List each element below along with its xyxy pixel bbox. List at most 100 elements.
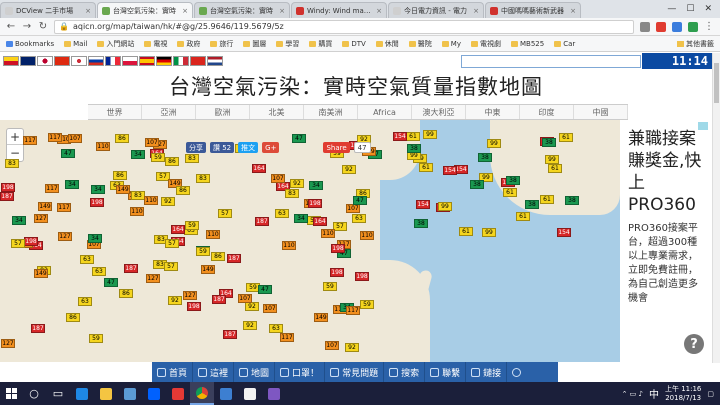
- aqi-marker[interactable]: 92: [243, 321, 257, 330]
- aqi-marker[interactable]: 57: [165, 239, 179, 248]
- aqi-marker[interactable]: 61: [503, 188, 517, 197]
- aqi-marker[interactable]: 117: [45, 184, 59, 193]
- bookmark-item[interactable]: MB525: [510, 40, 544, 48]
- aqi-marker[interactable]: 154: [557, 228, 571, 237]
- aqi-marker[interactable]: 34: [65, 180, 79, 189]
- close-window-icon[interactable]: ✕: [704, 4, 712, 14]
- scrollbar-thumb[interactable]: [714, 63, 719, 103]
- aqi-marker[interactable]: 149: [116, 185, 130, 194]
- aqi-marker[interactable]: 198: [24, 237, 38, 246]
- aqi-marker[interactable]: 107: [238, 294, 252, 303]
- aqi-marker[interactable]: 38: [542, 138, 556, 147]
- tab-region[interactable]: 歐洲: [196, 105, 250, 119]
- url-input[interactable]: 🔒 aqicn.org/map/taiwan/hk/#@g/25.9646/11…: [54, 19, 634, 34]
- aqi-marker[interactable]: 57: [164, 262, 178, 271]
- nav-faq[interactable]: 常見問題: [325, 362, 385, 382]
- aqi-marker[interactable]: 83: [185, 154, 199, 163]
- extension-icon[interactable]: [640, 21, 650, 32]
- aqi-marker[interactable]: 110: [321, 229, 335, 238]
- aqi-marker[interactable]: 154: [393, 132, 407, 141]
- start-button[interactable]: [0, 382, 22, 405]
- aqi-marker[interactable]: 107: [68, 134, 82, 143]
- aqi-marker[interactable]: 117: [48, 133, 62, 142]
- aqi-marker[interactable]: 154: [443, 166, 457, 175]
- flag-icon[interactable]: [54, 56, 70, 66]
- close-tab-icon[interactable]: ×: [279, 7, 285, 15]
- aqi-marker[interactable]: 59: [323, 282, 337, 291]
- aqi-marker[interactable]: 107: [325, 341, 339, 350]
- aqi-marker[interactable]: 127: [34, 214, 48, 223]
- aqi-marker[interactable]: 127: [1, 339, 15, 348]
- menu-icon[interactable]: ⋮: [704, 21, 714, 32]
- flag-icon[interactable]: [20, 56, 36, 66]
- aqi-marker[interactable]: 34: [12, 216, 26, 225]
- aqi-marker[interactable]: 110: [206, 230, 220, 239]
- aqi-marker[interactable]: 149: [201, 265, 215, 274]
- aqi-marker[interactable]: 86: [119, 289, 133, 298]
- app-taskbar-icon[interactable]: [166, 382, 190, 405]
- flag-icon[interactable]: [3, 56, 19, 66]
- flag-icon[interactable]: [71, 56, 87, 66]
- aqi-marker[interactable]: 110: [144, 196, 158, 205]
- flag-icon[interactable]: [37, 56, 53, 66]
- aqi-marker[interactable]: 47: [61, 149, 75, 158]
- aqi-marker[interactable]: 117: [23, 136, 37, 145]
- zoom-in-button[interactable]: +: [7, 129, 23, 145]
- bookmark-item[interactable]: Car: [554, 40, 575, 48]
- aqi-marker[interactable]: 187: [124, 264, 138, 273]
- tab-region[interactable]: 中國: [574, 105, 628, 119]
- aqi-marker[interactable]: 57: [333, 222, 347, 231]
- aqi-marker[interactable]: 63: [352, 214, 366, 223]
- extension-icon[interactable]: [672, 21, 682, 32]
- tab-region[interactable]: 印度: [520, 105, 574, 119]
- share-button[interactable]: 分享: [186, 142, 206, 153]
- close-tab-icon[interactable]: ×: [85, 7, 91, 15]
- aqi-marker[interactable]: 187: [31, 324, 45, 333]
- aqi-marker[interactable]: 34: [131, 150, 145, 159]
- aqi-marker[interactable]: 57: [218, 209, 232, 218]
- aqi-marker[interactable]: 99: [423, 130, 437, 139]
- task-view-button[interactable]: ▭: [46, 382, 70, 405]
- nav-mask[interactable]: 口罩！: [275, 362, 326, 382]
- browser-tab[interactable]: 台灣空氣污染：實時 ×: [194, 2, 290, 18]
- aqi-marker[interactable]: 57: [11, 239, 25, 248]
- app-taskbar-icon[interactable]: [238, 382, 262, 405]
- tab-region[interactable]: 亞洲: [142, 105, 196, 119]
- aqi-marker[interactable]: 63: [92, 267, 106, 276]
- aqi-marker[interactable]: 47: [353, 196, 367, 205]
- aqi-marker[interactable]: 47: [258, 285, 272, 294]
- aqi-marker[interactable]: 34: [88, 234, 102, 243]
- flag-icon[interactable]: [173, 56, 189, 66]
- aqi-marker[interactable]: 117: [346, 306, 360, 315]
- aqi-marker[interactable]: 110: [360, 231, 374, 240]
- bookmark-item[interactable]: 電視: [144, 39, 167, 49]
- share-count-button[interactable]: Share: [323, 142, 350, 153]
- aqi-marker[interactable]: 198: [1, 183, 15, 192]
- flag-icon[interactable]: [88, 56, 104, 66]
- aqi-marker[interactable]: 107: [346, 204, 360, 213]
- aqi-marker[interactable]: 61: [406, 132, 420, 141]
- aqi-marker[interactable]: 149: [38, 202, 52, 211]
- aqi-marker[interactable]: 110: [96, 142, 110, 151]
- aqi-marker[interactable]: 198: [355, 272, 369, 281]
- aqi-marker[interactable]: 198: [90, 198, 104, 207]
- bookmark-item[interactable]: My: [441, 40, 461, 48]
- search-taskbar-button[interactable]: ○: [22, 382, 46, 405]
- aqi-marker[interactable]: 149: [314, 313, 328, 322]
- ad-choices-icon[interactable]: [698, 122, 708, 130]
- aqi-marker[interactable]: 99: [482, 228, 496, 237]
- city-search-input[interactable]: [461, 54, 641, 68]
- aqi-marker[interactable]: 92: [345, 343, 359, 352]
- aqi-marker[interactable]: 198: [308, 199, 322, 208]
- aqi-marker[interactable]: 92: [168, 296, 182, 305]
- flag-icon[interactable]: [207, 56, 223, 66]
- flag-icon[interactable]: [105, 56, 121, 66]
- aqi-marker[interactable]: 117: [57, 203, 71, 212]
- nav-contact[interactable]: 聯繫: [425, 362, 467, 382]
- aqi-marker[interactable]: 86: [66, 313, 80, 322]
- flag-icon[interactable]: [190, 56, 206, 66]
- aqi-marker[interactable]: 34: [309, 181, 323, 190]
- aqi-marker[interactable]: 59: [196, 247, 210, 256]
- aqi-marker[interactable]: 187: [227, 254, 241, 263]
- maximize-icon[interactable]: ☐: [686, 4, 694, 14]
